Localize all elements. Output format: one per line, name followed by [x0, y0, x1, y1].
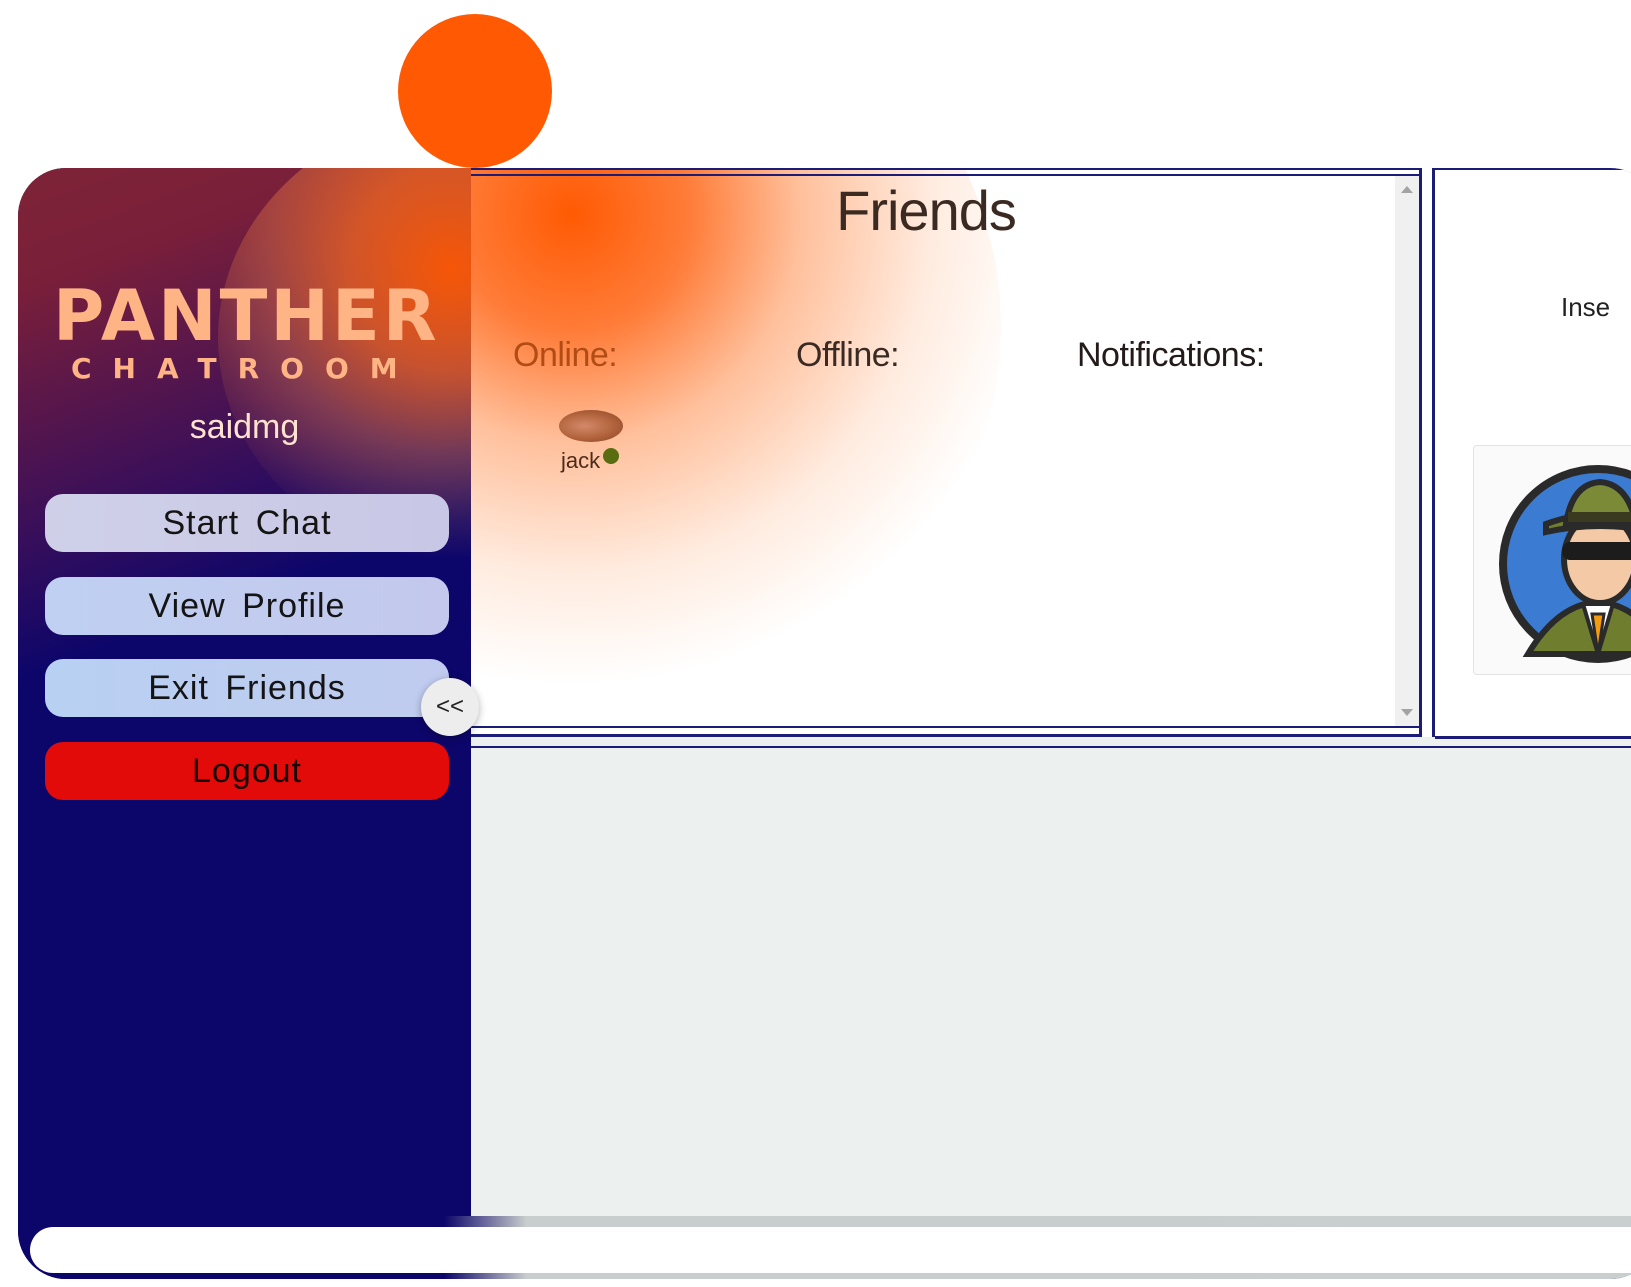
online-status-dot: [603, 448, 619, 464]
scroll-up-arrow-icon[interactable]: [1401, 186, 1413, 193]
decorative-orange-circle: [398, 14, 552, 168]
profile-avatar-card[interactable]: [1473, 445, 1631, 675]
view-profile-button[interactable]: View Profile: [45, 577, 449, 635]
collapse-sidebar-button[interactable]: <<: [421, 678, 479, 736]
online-heading: Online:: [513, 336, 618, 374]
logout-button[interactable]: Logout: [45, 742, 449, 800]
panel-divider: [1419, 168, 1435, 737]
online-friend-item[interactable]: jack: [559, 410, 625, 480]
notifications-heading: Notifications:: [1077, 336, 1265, 374]
exit-friends-button[interactable]: Exit Friends: [45, 659, 449, 717]
logo-sub-text: CHATROOM: [71, 352, 419, 385]
scroll-down-arrow-icon[interactable]: [1401, 709, 1413, 716]
friends-panel-glow: [471, 168, 1001, 708]
panel-border-top-inner: [471, 174, 1419, 176]
current-username: saidmg: [189, 408, 300, 446]
app-logo: PANTHER CHATROOM: [53, 275, 440, 385]
composer-bar: [18, 1216, 1631, 1279]
message-input[interactable]: [30, 1227, 1631, 1273]
friends-panel: Friends Online: Offline: Notifications: …: [471, 168, 1419, 737]
main-content: Friends Online: Offline: Notifications: …: [471, 168, 1631, 1218]
profile-side-panel: Inse: [1435, 168, 1631, 739]
logo-main-text: PANTHER: [53, 275, 440, 357]
panel-border-top: [471, 168, 1419, 170]
start-chat-button[interactable]: Start Chat: [45, 494, 449, 552]
offline-heading: Offline:: [796, 336, 900, 374]
detective-avatar-icon: [1499, 465, 1631, 663]
panel-border-bottom-inner: [471, 726, 1419, 728]
panel-border-bottom: [471, 746, 1631, 748]
friend-avatar[interactable]: [559, 410, 623, 442]
friends-scrollbar[interactable]: [1395, 176, 1419, 726]
app-window: PANTHER CHATROOM saidmg Start Chat View …: [18, 168, 1631, 1279]
friend-name[interactable]: jack: [561, 448, 600, 474]
sidebar: PANTHER CHATROOM saidmg Start Chat View …: [18, 168, 738, 1218]
side-panel-label: Inse: [1561, 292, 1611, 322]
friends-title: Friends: [836, 179, 1017, 242]
